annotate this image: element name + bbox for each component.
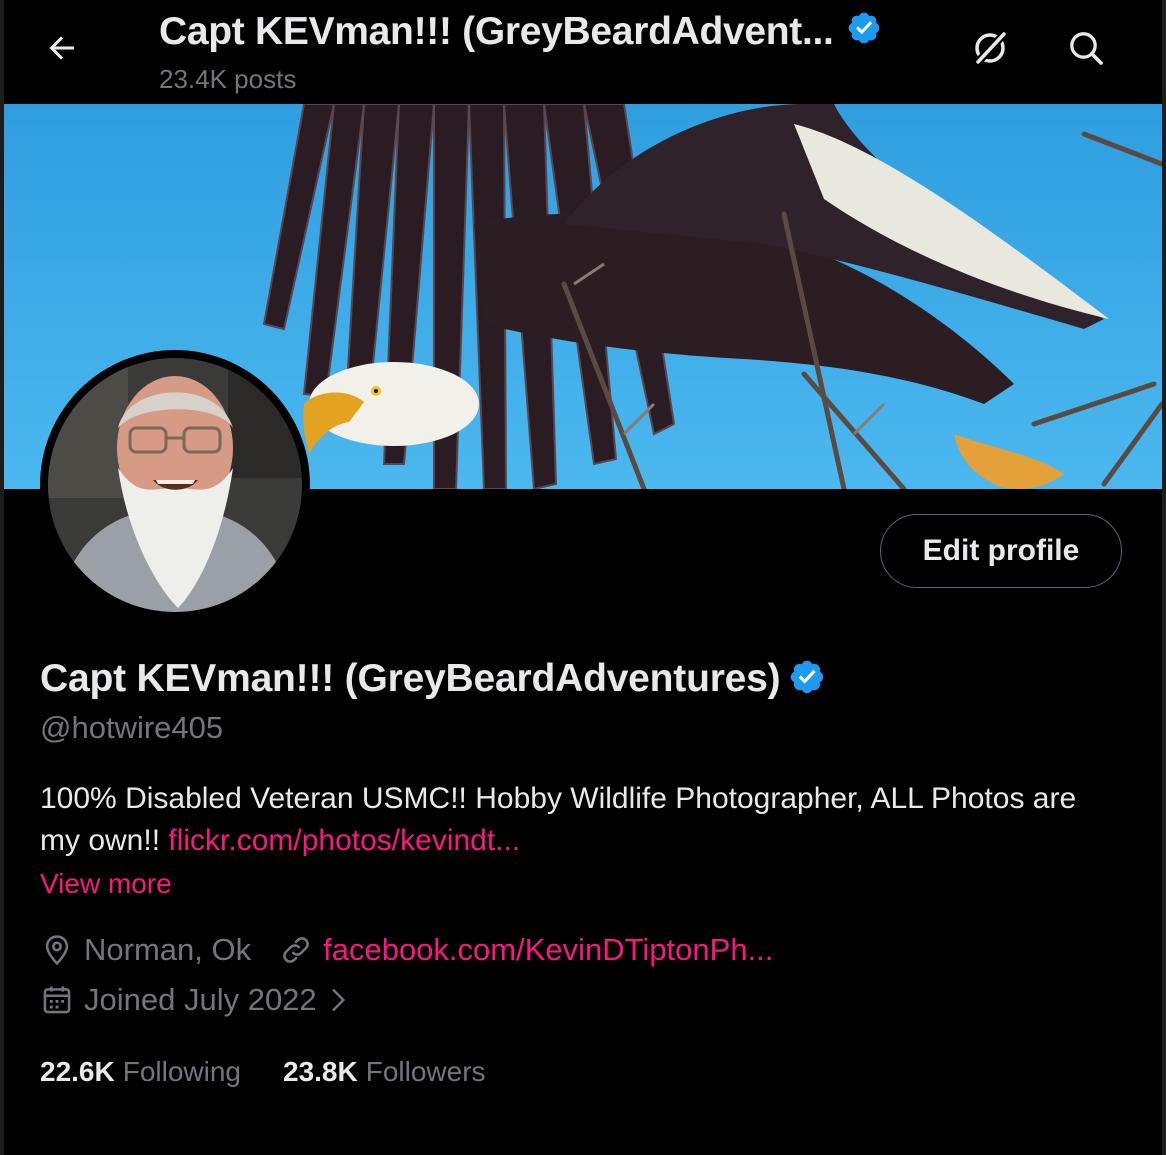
location-item: Norman, Ok	[40, 932, 251, 968]
location-text: Norman, Ok	[84, 932, 252, 967]
followers-link[interactable]: 23.8K Followers	[283, 1056, 486, 1088]
website-item: facebook.com/KevinDTiptonPh...	[279, 932, 773, 968]
calendar-icon	[40, 983, 74, 1017]
chevron-right-icon	[325, 985, 351, 1015]
location-pin-icon	[40, 933, 74, 967]
search-icon	[1066, 28, 1106, 73]
grok-icon	[968, 26, 1012, 75]
display-name: Capt KEVman!!! (GreyBeardAdventures)	[40, 656, 781, 700]
following-link[interactable]: 22.6K Following	[40, 1056, 241, 1088]
back-button[interactable]	[38, 26, 86, 74]
user-handle: @hotwire405	[40, 710, 224, 745]
follow-stats: 22.6K Following 23.8K Followers	[40, 1056, 528, 1088]
link-icon	[279, 933, 313, 967]
followers-count: 23.8K	[283, 1056, 358, 1087]
followers-label: Followers	[365, 1056, 486, 1087]
website-link[interactable]: facebook.com/KevinDTiptonPh...	[323, 932, 773, 968]
following-label: Following	[122, 1056, 241, 1087]
profile-avatar[interactable]	[40, 350, 310, 620]
bio-link[interactable]: flickr.com/photos/kevindt...	[168, 824, 520, 857]
profile-meta: Norman, Ok facebook.com/KevinDTiptonPh..…	[40, 932, 773, 968]
search-button[interactable]	[1060, 24, 1112, 76]
verified-badge-icon[interactable]	[788, 658, 826, 701]
header-title: Capt KEVman!!! (GreyBeardAdvent...	[159, 10, 834, 53]
bio: 100% Disabled Veteran USMC!! Hobby Wildl…	[40, 778, 1120, 862]
following-count: 22.6K	[40, 1056, 115, 1087]
posts-count: 23.4K posts	[159, 64, 297, 94]
view-more-link[interactable]: View more	[40, 868, 172, 900]
arrow-left-icon	[44, 30, 80, 71]
display-name-row: Capt KEVman!!! (GreyBeardAdventures)	[40, 656, 826, 701]
avatar-photo	[48, 358, 302, 612]
grok-button[interactable]	[964, 24, 1016, 76]
joined-item[interactable]: Joined July 2022	[40, 982, 361, 1018]
profile-page: Capt KEVman!!! (GreyBeardAdvent... 23.4K…	[4, 0, 1162, 1155]
header-title-row: Capt KEVman!!! (GreyBeardAdvent...	[159, 8, 882, 56]
top-bar: Capt KEVman!!! (GreyBeardAdvent... 23.4K…	[4, 0, 1162, 104]
edit-profile-button[interactable]: Edit profile	[880, 514, 1122, 588]
verified-badge-icon	[846, 10, 882, 56]
joined-text: Joined July 2022	[84, 982, 317, 1017]
